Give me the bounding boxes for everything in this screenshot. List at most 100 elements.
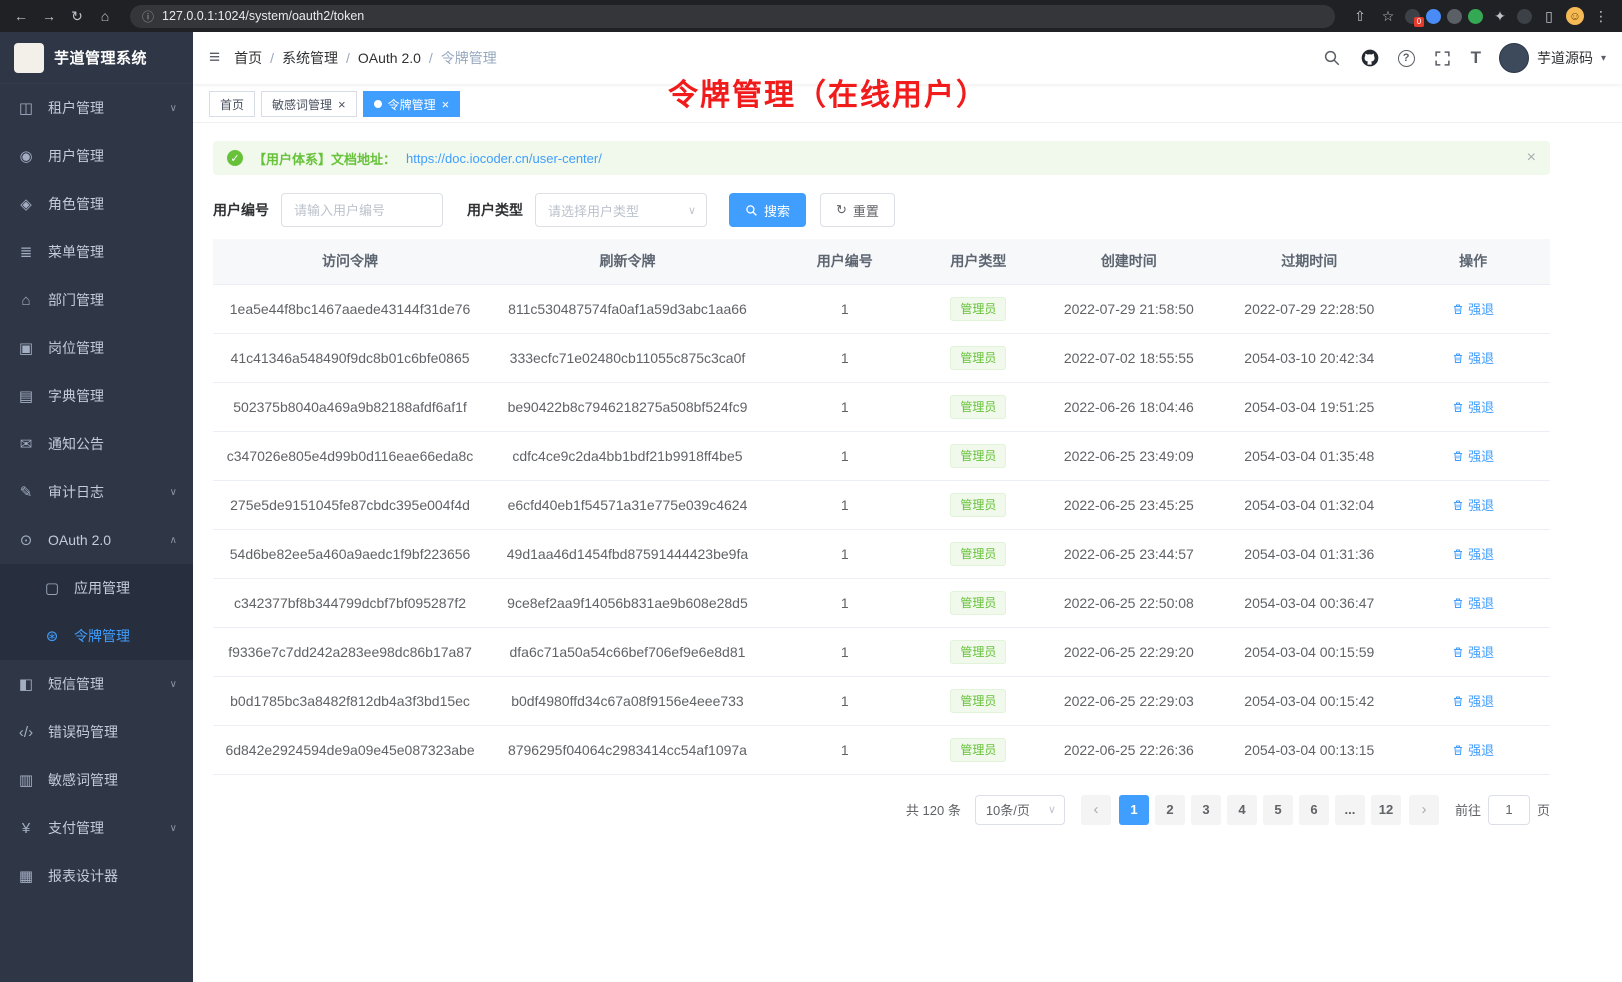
home-icon[interactable]: ⌂ bbox=[94, 5, 116, 27]
app-logo[interactable]: 芋道管理系统 bbox=[0, 32, 193, 84]
extension-icon[interactable] bbox=[1447, 9, 1462, 24]
pagination-next-button[interactable]: › bbox=[1409, 795, 1439, 825]
force-logout-button[interactable]: 强退 bbox=[1452, 348, 1494, 367]
breadcrumb-item[interactable]: OAuth 2.0 bbox=[358, 50, 421, 66]
fullscreen-icon[interactable] bbox=[1433, 48, 1453, 68]
sidebar-item-menu[interactable]: ≣菜单管理 bbox=[0, 228, 193, 276]
expire-time-cell: 2054-03-04 01:35:48 bbox=[1222, 431, 1396, 480]
sms-icon: ◧ bbox=[16, 675, 36, 693]
sidebar-item-dept[interactable]: ⌂部门管理 bbox=[0, 276, 193, 324]
page-size-select[interactable]: 10条/页 ∨ bbox=[975, 795, 1065, 825]
bookmark-star-icon[interactable]: ☆ bbox=[1377, 5, 1399, 27]
force-logout-button[interactable]: 强退 bbox=[1452, 642, 1494, 661]
sidebar-item-user[interactable]: ◉用户管理 bbox=[0, 132, 193, 180]
access-token-cell: 41c41346a548490f9dc8b01c6bfe0865 bbox=[213, 333, 487, 382]
pagination-page-4[interactable]: 4 bbox=[1227, 795, 1257, 825]
sidebar-item-errcode[interactable]: ‹/›错误码管理 bbox=[0, 708, 193, 756]
tab-close-icon[interactable]: × bbox=[442, 98, 450, 111]
pagination-page-5[interactable]: 5 bbox=[1263, 795, 1293, 825]
font-size-icon[interactable]: T bbox=[1471, 48, 1481, 68]
sidebar-item-audit[interactable]: ✎审计日志∨ bbox=[0, 468, 193, 516]
user-id-cell: 1 bbox=[768, 333, 922, 382]
chevron-down-icon: ∨ bbox=[170, 823, 177, 834]
user-id-cell: 1 bbox=[768, 725, 922, 774]
user-id-cell: 1 bbox=[768, 382, 922, 431]
browser-profile-avatar[interactable]: ☺ bbox=[1566, 7, 1584, 25]
pagination-page-3[interactable]: 3 bbox=[1191, 795, 1221, 825]
tab-sensitive-words[interactable]: 敏感词管理× bbox=[261, 91, 357, 117]
sidebar-item-label: 报表设计器 bbox=[48, 866, 118, 886]
force-logout-button[interactable]: 强退 bbox=[1452, 593, 1494, 612]
site-info-icon[interactable]: ⓘ bbox=[142, 8, 154, 25]
pagination-page-1[interactable]: 1 bbox=[1119, 795, 1149, 825]
github-icon[interactable] bbox=[1360, 48, 1380, 68]
reload-icon[interactable]: ↻ bbox=[66, 5, 88, 27]
pagination-prev-button[interactable]: ‹ bbox=[1081, 795, 1111, 825]
user-id-input[interactable] bbox=[281, 193, 443, 227]
sidebar-item-label: 短信管理 bbox=[48, 674, 104, 694]
sidebar-item-sensitive[interactable]: ▥敏感词管理 bbox=[0, 756, 193, 804]
reset-button[interactable]: ↻ 重置 bbox=[820, 193, 895, 227]
sidebar-item-app[interactable]: ▢应用管理 bbox=[0, 564, 193, 612]
user-type-cell: 管理员 bbox=[922, 529, 1036, 578]
extension-icon[interactable] bbox=[1426, 9, 1441, 24]
alert-close-icon[interactable]: × bbox=[1527, 149, 1536, 167]
pagination-page-2[interactable]: 2 bbox=[1155, 795, 1185, 825]
errcode-icon: ‹/› bbox=[16, 724, 36, 741]
back-icon[interactable]: ← bbox=[10, 5, 32, 27]
table-row: c342377bf8b344799dcbf7bf095287f2 9ce8ef2… bbox=[213, 578, 1550, 627]
user-name: 芋道源码 bbox=[1537, 48, 1593, 68]
force-logout-button[interactable]: 强退 bbox=[1452, 544, 1494, 563]
tab-home[interactable]: 首页 bbox=[209, 91, 255, 117]
forward-icon[interactable]: → bbox=[38, 5, 60, 27]
tab-token-manage[interactable]: 令牌管理× bbox=[363, 91, 461, 117]
user-menu[interactable]: 芋道源码 ▾ bbox=[1499, 43, 1606, 73]
sidebar-item-pay[interactable]: ¥支付管理∨ bbox=[0, 804, 193, 852]
user-type-select[interactable]: 请选择用户类型 ∨ bbox=[535, 193, 707, 227]
side-panel-icon[interactable]: ▯ bbox=[1538, 5, 1560, 27]
search-form: 用户编号 用户类型 请选择用户类型 ∨ 搜索 ↻ 重置 bbox=[213, 193, 1550, 227]
breadcrumb-item[interactable]: 系统管理 bbox=[282, 48, 338, 68]
sidebar-item-role[interactable]: ◈角色管理 bbox=[0, 180, 193, 228]
sidebar-item-notice[interactable]: ✉通知公告 bbox=[0, 420, 193, 468]
force-logout-button[interactable]: 强退 bbox=[1452, 691, 1494, 710]
sidebar-item-oauth[interactable]: ⊙OAuth 2.0∧ bbox=[0, 516, 193, 564]
extension-icon[interactable]: 0 bbox=[1405, 9, 1420, 24]
breadcrumb-item[interactable]: 首页 bbox=[234, 48, 262, 68]
extensions-puzzle-icon[interactable]: ✦ bbox=[1489, 5, 1511, 27]
search-button[interactable]: 搜索 bbox=[729, 193, 806, 227]
tab-close-icon[interactable]: × bbox=[338, 98, 346, 111]
action-cell: 强退 bbox=[1396, 382, 1550, 431]
refresh-token-cell: 8796295f04064c2983414cc54af1097a bbox=[487, 725, 768, 774]
help-icon[interactable]: ? bbox=[1398, 50, 1415, 67]
force-logout-button[interactable]: 强退 bbox=[1452, 495, 1494, 514]
sidebar-item-post[interactable]: ▣岗位管理 bbox=[0, 324, 193, 372]
table-row: b0d1785bc3a8482f812db4a3f3bd15ec b0df498… bbox=[213, 676, 1550, 725]
force-logout-label: 强退 bbox=[1468, 446, 1494, 465]
share-icon[interactable]: ⇧ bbox=[1349, 5, 1371, 27]
pagination-ellipsis[interactable]: ... bbox=[1335, 795, 1365, 825]
access-token-cell: c347026e805e4d99b0d116eae66eda8c bbox=[213, 431, 487, 480]
sidebar-item-tenant[interactable]: ◫租户管理∨ bbox=[0, 84, 193, 132]
force-logout-button[interactable]: 强退 bbox=[1452, 397, 1494, 416]
pagination-page-6[interactable]: 6 bbox=[1299, 795, 1329, 825]
force-logout-button[interactable]: 强退 bbox=[1452, 299, 1494, 318]
access-token-cell: 502375b8040a469a9b82188afdf6af1f bbox=[213, 382, 487, 431]
sidebar-toggle-icon[interactable]: ≡ bbox=[209, 47, 220, 69]
pagination-page-12[interactable]: 12 bbox=[1371, 795, 1401, 825]
extension-icon[interactable] bbox=[1468, 9, 1483, 24]
sidebar-item-dict[interactable]: ▤字典管理 bbox=[0, 372, 193, 420]
user-type-cell: 管理员 bbox=[922, 382, 1036, 431]
force-logout-button[interactable]: 强退 bbox=[1452, 446, 1494, 465]
extension-icon[interactable] bbox=[1517, 9, 1532, 24]
goto-page-input[interactable] bbox=[1488, 795, 1530, 825]
access-token-cell: 54d6be82ee5a460a9aedc1f9bf223656 bbox=[213, 529, 487, 578]
sidebar-item-token[interactable]: ⊛令牌管理 bbox=[0, 612, 193, 660]
sidebar-item-report[interactable]: ▦报表设计器 bbox=[0, 852, 193, 900]
browser-menu-icon[interactable]: ⋮ bbox=[1590, 5, 1612, 27]
doc-link[interactable]: https://doc.iocoder.cn/user-center/ bbox=[406, 151, 602, 166]
search-icon[interactable] bbox=[1322, 48, 1342, 68]
sidebar-item-sms[interactable]: ◧短信管理∨ bbox=[0, 660, 193, 708]
url-bar[interactable]: ⓘ 127.0.0.1:1024/system/oauth2/token bbox=[130, 5, 1335, 28]
force-logout-button[interactable]: 强退 bbox=[1452, 740, 1494, 759]
